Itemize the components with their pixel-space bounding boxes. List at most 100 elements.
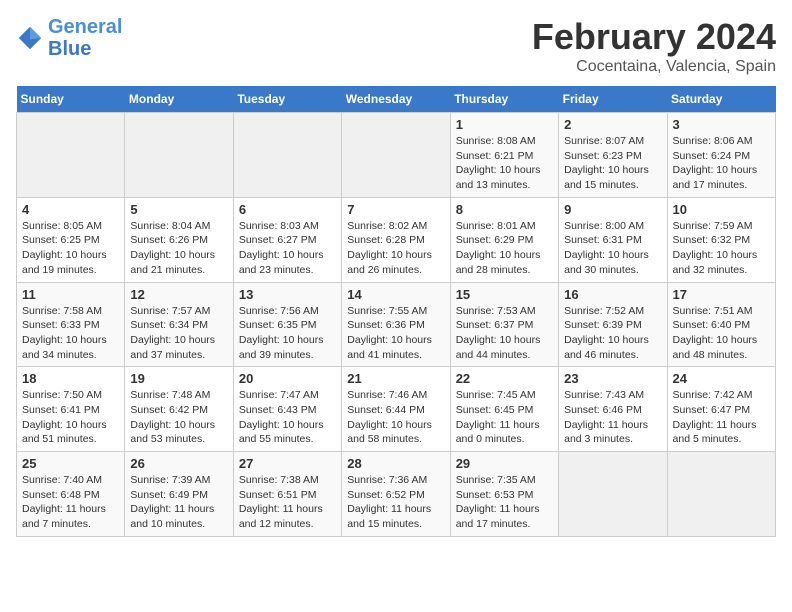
day-number: 4	[22, 202, 119, 217]
calendar-table: SundayMondayTuesdayWednesdayThursdayFrid…	[16, 86, 776, 537]
calendar-cell: 29 Sunrise: 7:35 AMSunset: 6:53 PMDayligh…	[450, 452, 558, 537]
logo-text: General Blue	[48, 16, 122, 60]
day-number: 24	[673, 371, 770, 386]
day-number: 5	[130, 202, 227, 217]
day-number: 19	[130, 371, 227, 386]
day-number: 29	[456, 456, 553, 471]
location-subtitle: Cocentaina, Valencia, Spain	[532, 58, 776, 76]
calendar-cell	[559, 452, 667, 537]
day-number: 20	[239, 371, 336, 386]
day-info: Sunrise: 7:56 AMSunset: 6:35 PMDaylight:…	[239, 304, 336, 363]
day-number: 12	[130, 287, 227, 302]
weekday-header-saturday: Saturday	[667, 86, 775, 113]
weekday-header-thursday: Thursday	[450, 86, 558, 113]
calendar-cell	[667, 452, 775, 537]
calendar-cell: 28 Sunrise: 7:36 AMSunset: 6:52 PMDayligh…	[342, 452, 450, 537]
calendar-cell: 2 Sunrise: 8:07 AMSunset: 6:23 PMDaylight…	[559, 113, 667, 198]
day-info: Sunrise: 7:50 AMSunset: 6:41 PMDaylight:…	[22, 388, 119, 447]
day-number: 26	[130, 456, 227, 471]
day-number: 14	[347, 287, 444, 302]
day-info: Sunrise: 8:07 AMSunset: 6:23 PMDaylight:…	[564, 134, 661, 193]
day-number: 13	[239, 287, 336, 302]
calendar-cell: 16 Sunrise: 7:52 AMSunset: 6:39 PMDayligh…	[559, 282, 667, 367]
day-number: 8	[456, 202, 553, 217]
calendar-cell: 4 Sunrise: 8:05 AMSunset: 6:25 PMDaylight…	[17, 197, 125, 282]
day-info: Sunrise: 7:53 AMSunset: 6:37 PMDaylight:…	[456, 304, 553, 363]
weekday-header-wednesday: Wednesday	[342, 86, 450, 113]
calendar-cell: 18 Sunrise: 7:50 AMSunset: 6:41 PMDayligh…	[17, 367, 125, 452]
calendar-cell: 7 Sunrise: 8:02 AMSunset: 6:28 PMDaylight…	[342, 197, 450, 282]
weekday-header-friday: Friday	[559, 86, 667, 113]
calendar-week-row: 1 Sunrise: 8:08 AMSunset: 6:21 PMDaylight…	[17, 113, 776, 198]
day-info: Sunrise: 8:08 AMSunset: 6:21 PMDaylight:…	[456, 134, 553, 193]
page-header: General Blue February 2024 Cocentaina, V…	[16, 16, 776, 76]
day-info: Sunrise: 7:57 AMSunset: 6:34 PMDaylight:…	[130, 304, 227, 363]
calendar-cell: 10 Sunrise: 7:59 AMSunset: 6:32 PMDayligh…	[667, 197, 775, 282]
calendar-cell: 26 Sunrise: 7:39 AMSunset: 6:49 PMDayligh…	[125, 452, 233, 537]
calendar-week-row: 4 Sunrise: 8:05 AMSunset: 6:25 PMDaylight…	[17, 197, 776, 282]
day-info: Sunrise: 7:39 AMSunset: 6:49 PMDaylight:…	[130, 473, 227, 532]
day-info: Sunrise: 8:03 AMSunset: 6:27 PMDaylight:…	[239, 219, 336, 278]
day-info: Sunrise: 7:40 AMSunset: 6:48 PMDaylight:…	[22, 473, 119, 532]
day-number: 3	[673, 117, 770, 132]
calendar-cell: 25 Sunrise: 7:40 AMSunset: 6:48 PMDayligh…	[17, 452, 125, 537]
day-number: 7	[347, 202, 444, 217]
day-info: Sunrise: 7:55 AMSunset: 6:36 PMDaylight:…	[347, 304, 444, 363]
day-number: 21	[347, 371, 444, 386]
weekday-header-row: SundayMondayTuesdayWednesdayThursdayFrid…	[17, 86, 776, 113]
day-info: Sunrise: 7:48 AMSunset: 6:42 PMDaylight:…	[130, 388, 227, 447]
day-number: 6	[239, 202, 336, 217]
day-info: Sunrise: 7:36 AMSunset: 6:52 PMDaylight:…	[347, 473, 444, 532]
calendar-cell: 23 Sunrise: 7:43 AMSunset: 6:46 PMDayligh…	[559, 367, 667, 452]
calendar-cell	[233, 113, 341, 198]
day-info: Sunrise: 7:58 AMSunset: 6:33 PMDaylight:…	[22, 304, 119, 363]
calendar-cell: 19 Sunrise: 7:48 AMSunset: 6:42 PMDayligh…	[125, 367, 233, 452]
day-info: Sunrise: 7:45 AMSunset: 6:45 PMDaylight:…	[456, 388, 553, 447]
day-number: 22	[456, 371, 553, 386]
calendar-cell: 11 Sunrise: 7:58 AMSunset: 6:33 PMDayligh…	[17, 282, 125, 367]
day-info: Sunrise: 7:38 AMSunset: 6:51 PMDaylight:…	[239, 473, 336, 532]
calendar-cell: 6 Sunrise: 8:03 AMSunset: 6:27 PMDaylight…	[233, 197, 341, 282]
day-info: Sunrise: 8:05 AMSunset: 6:25 PMDaylight:…	[22, 219, 119, 278]
logo-icon	[16, 24, 44, 52]
day-info: Sunrise: 7:35 AMSunset: 6:53 PMDaylight:…	[456, 473, 553, 532]
calendar-cell	[342, 113, 450, 198]
calendar-cell: 22 Sunrise: 7:45 AMSunset: 6:45 PMDayligh…	[450, 367, 558, 452]
calendar-cell: 21 Sunrise: 7:46 AMSunset: 6:44 PMDayligh…	[342, 367, 450, 452]
day-info: Sunrise: 8:06 AMSunset: 6:24 PMDaylight:…	[673, 134, 770, 193]
calendar-cell: 1 Sunrise: 8:08 AMSunset: 6:21 PMDaylight…	[450, 113, 558, 198]
day-info: Sunrise: 7:46 AMSunset: 6:44 PMDaylight:…	[347, 388, 444, 447]
calendar-week-row: 25 Sunrise: 7:40 AMSunset: 6:48 PMDayligh…	[17, 452, 776, 537]
calendar-cell: 9Sunrise: 8:00 AMSunset: 6:31 PMDaylight…	[559, 197, 667, 282]
day-number: 9	[564, 202, 661, 217]
day-number: 2	[564, 117, 661, 132]
logo: General Blue	[16, 16, 122, 60]
day-info: Sunrise: 8:04 AMSunset: 6:26 PMDaylight:…	[130, 219, 227, 278]
day-number: 27	[239, 456, 336, 471]
day-info: Sunrise: 7:52 AMSunset: 6:39 PMDaylight:…	[564, 304, 661, 363]
calendar-cell: 8 Sunrise: 8:01 AMSunset: 6:29 PMDaylight…	[450, 197, 558, 282]
day-number: 17	[673, 287, 770, 302]
day-info: Sunrise: 7:47 AMSunset: 6:43 PMDaylight:…	[239, 388, 336, 447]
calendar-cell	[17, 113, 125, 198]
calendar-cell: 14 Sunrise: 7:55 AMSunset: 6:36 PMDayligh…	[342, 282, 450, 367]
day-number: 28	[347, 456, 444, 471]
calendar-cell	[125, 113, 233, 198]
day-info: Sunrise: 8:02 AMSunset: 6:28 PMDaylight:…	[347, 219, 444, 278]
day-info: Sunrise: 7:59 AMSunset: 6:32 PMDaylight:…	[673, 219, 770, 278]
day-number: 1	[456, 117, 553, 132]
day-number: 11	[22, 287, 119, 302]
calendar-cell: 3 Sunrise: 8:06 AMSunset: 6:24 PMDaylight…	[667, 113, 775, 198]
day-number: 25	[22, 456, 119, 471]
day-info: Sunrise: 7:43 AMSunset: 6:46 PMDaylight:…	[564, 388, 661, 447]
calendar-cell: 12 Sunrise: 7:57 AMSunset: 6:34 PMDayligh…	[125, 282, 233, 367]
day-number: 16	[564, 287, 661, 302]
day-number: 18	[22, 371, 119, 386]
day-number: 10	[673, 202, 770, 217]
day-number: 15	[456, 287, 553, 302]
calendar-cell: 13 Sunrise: 7:56 AMSunset: 6:35 PMDayligh…	[233, 282, 341, 367]
day-info: Sunrise: 8:01 AMSunset: 6:29 PMDaylight:…	[456, 219, 553, 278]
weekday-header-sunday: Sunday	[17, 86, 125, 113]
title-section: February 2024 Cocentaina, Valencia, Spai…	[532, 16, 776, 76]
day-number: 23	[564, 371, 661, 386]
